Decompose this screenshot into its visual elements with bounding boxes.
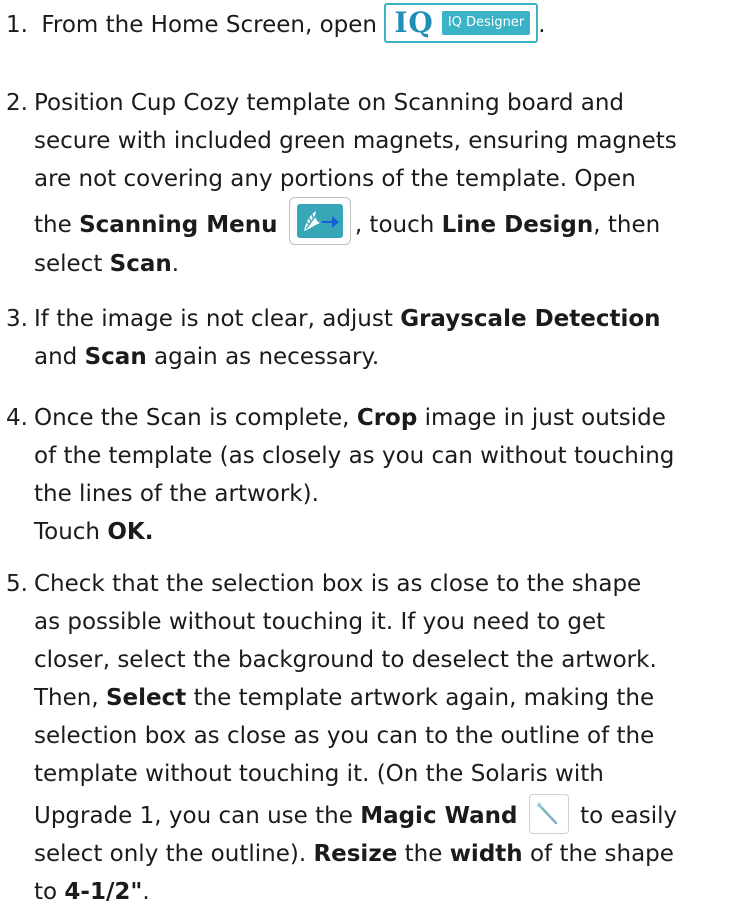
leaf-arrow-icon (303, 210, 339, 231)
step-text: of the shape (522, 841, 674, 867)
step-text: the lines of the artwork). (34, 481, 319, 507)
step-text: select (34, 250, 110, 277)
iq-designer-icon[interactable]: IQ IQ Designer (384, 2, 539, 43)
ok-label: OK. (107, 519, 154, 545)
step-number: 5. (6, 571, 28, 597)
step-text: . (171, 250, 180, 277)
step-text: template without touching it. (On the So… (34, 761, 604, 787)
step-4: 4. Once the Scan is complete, Crop image … (6, 399, 728, 551)
step-number: 3. (6, 306, 28, 332)
step-text: , touch (354, 212, 442, 238)
step-text: the template artwork again, making the (186, 685, 655, 711)
scanning-menu-icon[interactable] (288, 196, 351, 245)
crop-label: Crop (356, 405, 418, 431)
step-text: as possible without touching it. If you … (34, 609, 606, 635)
step-text: select only the outline). (34, 841, 314, 867)
step-text: Upgrade 1, you can use the (34, 803, 361, 829)
step-text: , then (593, 212, 661, 238)
instructions-page: 1. From the Home Screen, open IQ IQ Desi… (0, 0, 733, 905)
step-text: to easily (572, 803, 678, 829)
step-number: 1. (6, 12, 28, 38)
scanning-menu-label: Scanning Menu (79, 212, 278, 238)
step-text: Once the Scan is complete, (34, 405, 357, 431)
step-2: 2. Position Cup Cozy template on Scanning… (6, 84, 728, 283)
step-text: are not covering any portions of the tem… (34, 166, 636, 192)
scan-label: Scan (109, 250, 172, 277)
iq-designer-label: IQ Designer (441, 10, 531, 35)
step-text: selection box as close as you can to the… (34, 723, 655, 749)
step-text: image in just outside (417, 405, 666, 431)
step-text: the (397, 841, 450, 867)
step-text: again as necessary. (146, 344, 380, 370)
step-text: . (538, 12, 546, 38)
step-text: of the template (as closely as you can w… (34, 443, 675, 469)
step-text: secure with included green magnets, ensu… (34, 128, 677, 154)
step-3: 3. If the image is not clear, adjust Gray… (6, 300, 728, 376)
step-text: to (34, 879, 65, 905)
magic-wand-icon[interactable] (528, 793, 569, 834)
select-label: Select (105, 685, 187, 711)
line-design-label: Line Design (441, 212, 594, 238)
step-1: 1. From the Home Screen, open IQ IQ Desi… (6, 2, 728, 44)
step-text: the (34, 212, 80, 238)
step-text: closer, select the background to deselec… (34, 647, 657, 673)
step-number: 4. (6, 405, 28, 431)
step-text: From the Home Screen, open (41, 12, 377, 38)
step-number: 2. (6, 90, 28, 116)
magic-wand-label: Magic Wand (360, 803, 518, 829)
resize-label: Resize (313, 841, 398, 867)
step-text: and (34, 344, 85, 370)
size-value: 4-1/2" (64, 879, 143, 905)
width-label: width (449, 841, 523, 867)
grayscale-detection-label: Grayscale Detection (400, 306, 661, 332)
iq-mark: IQ (394, 5, 434, 39)
step-text: Position Cup Cozy template on Scanning b… (34, 90, 625, 116)
step-5: 5. Check that the selection box is as clo… (6, 565, 728, 911)
step-text: Touch (34, 519, 108, 545)
step-text: Check that the selection box is as close… (34, 571, 642, 597)
step-text: . (142, 879, 150, 905)
scan-label: Scan (84, 344, 147, 370)
wand-icon (536, 802, 558, 824)
step-text: If the image is not clear, adjust (34, 306, 401, 332)
step-text: Then, (34, 685, 106, 711)
